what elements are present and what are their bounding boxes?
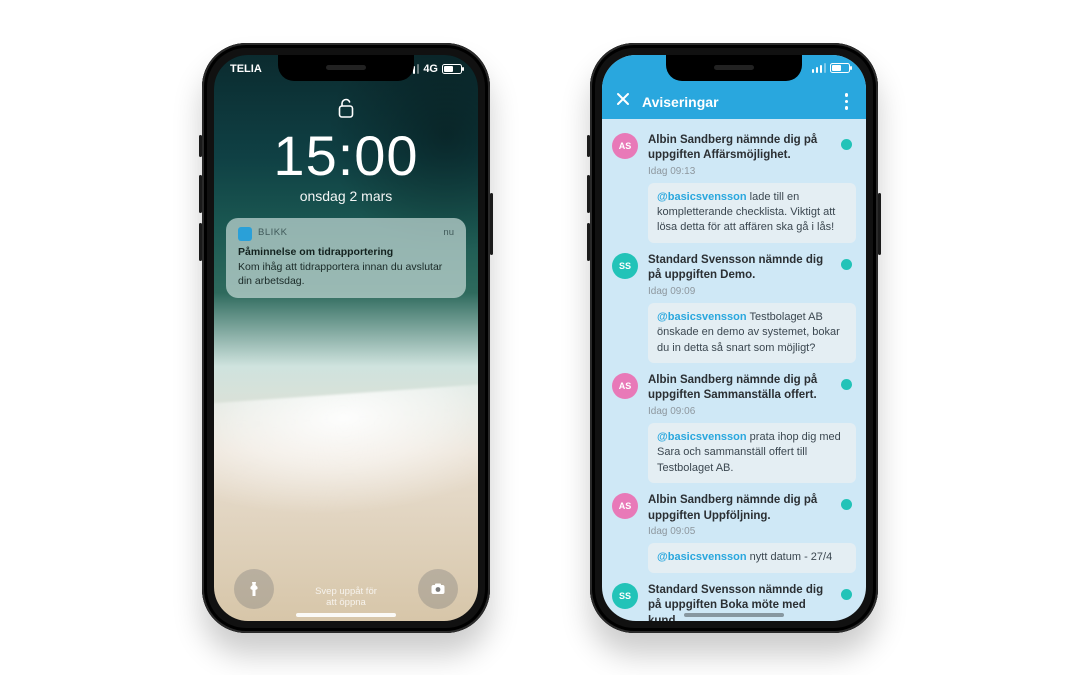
lock-open-icon [337,97,355,124]
mute-switch[interactable] [199,135,202,157]
notification-message: @basicsvensson prata ihop dig med Sara o… [648,423,856,483]
notification-item[interactable]: AS Albin Sandberg nämnde dig på uppgiften… [612,487,856,576]
notification-timestamp: nu [443,227,454,240]
carrier-label: TELIA [230,63,262,75]
battery-icon [442,64,462,74]
clock-time: 15:00 [273,128,418,184]
unread-dot-icon [841,139,852,150]
volume-down-button[interactable] [587,223,590,261]
notification-title: Standard Svensson nämnde dig på uppgifte… [648,253,856,284]
notification-title: Albin Sandberg nämnde dig på uppgiften S… [648,373,856,404]
volume-up-button[interactable] [199,175,202,213]
phone-lockscreen: TELIA 4G 15:00 onsdag 2 mars [202,43,490,633]
mention: @basicsvensson [657,191,747,203]
unread-dot-icon [841,259,852,270]
mention: @basicsvensson [657,311,747,323]
notification-timestamp: Idag 09:09 [648,286,856,297]
avatar: AS [612,373,638,399]
power-button[interactable] [490,193,493,255]
mention: @basicsvensson [657,431,747,443]
more-menu-button[interactable] [841,89,853,114]
notification-list[interactable]: AS Albin Sandberg nämnde dig på uppgiften… [602,119,866,621]
battery-icon [830,63,850,73]
power-button[interactable] [878,193,881,255]
unread-dot-icon [841,379,852,390]
avatar: SS [612,583,638,609]
signal-icon [812,63,827,73]
notification-message: @basicsvensson lade till en kompletteran… [648,183,856,243]
notification-timestamp: Idag 09:13 [648,166,856,177]
notification-item[interactable]: SS Standard Svensson nämnde dig på uppgif… [612,247,856,367]
notification-app-name: BLIKK [258,227,287,240]
notification-message: @basicsvensson Testbolaget AB önskade en… [648,303,856,363]
home-indicator[interactable] [684,613,784,617]
app-icon [238,227,252,241]
avatar: AS [612,493,638,519]
notification-body: Kom ihåg att tidrapportera innan du avsl… [238,260,454,288]
volume-up-button[interactable] [587,175,590,213]
clock-date: onsdag 2 mars [300,188,393,204]
lockscreen-notification[interactable]: BLIKK nu Påminnelse om tidrapportering K… [226,218,466,299]
mute-switch[interactable] [587,135,590,157]
phone-app: Aviseringar AS Albin Sandberg nämnde dig … [590,43,878,633]
volume-down-button[interactable] [199,223,202,261]
mention: @basicsvensson [657,551,747,563]
header-title: Aviseringar [642,94,841,110]
notification-timestamp: Idag 09:06 [648,406,856,417]
network-label: 4G [423,63,438,75]
close-button[interactable] [616,92,630,111]
unread-dot-icon [841,589,852,600]
avatar: SS [612,253,638,279]
notification-item[interactable]: AS Albin Sandberg nämnde dig på uppgiften… [612,127,856,247]
avatar: AS [612,133,638,159]
notification-title: Påminnelse om tidrapportering [238,245,454,259]
notification-message: @basicsvensson nytt datum - 27/4 [648,543,856,572]
notification-timestamp: Idag 09:05 [648,526,856,537]
notification-title: Albin Sandberg nämnde dig på uppgiften U… [648,493,856,524]
notification-item[interactable]: AS Albin Sandberg nämnde dig på uppgiften… [612,367,856,487]
notification-title: Albin Sandberg nämnde dig på uppgiften A… [648,133,856,164]
